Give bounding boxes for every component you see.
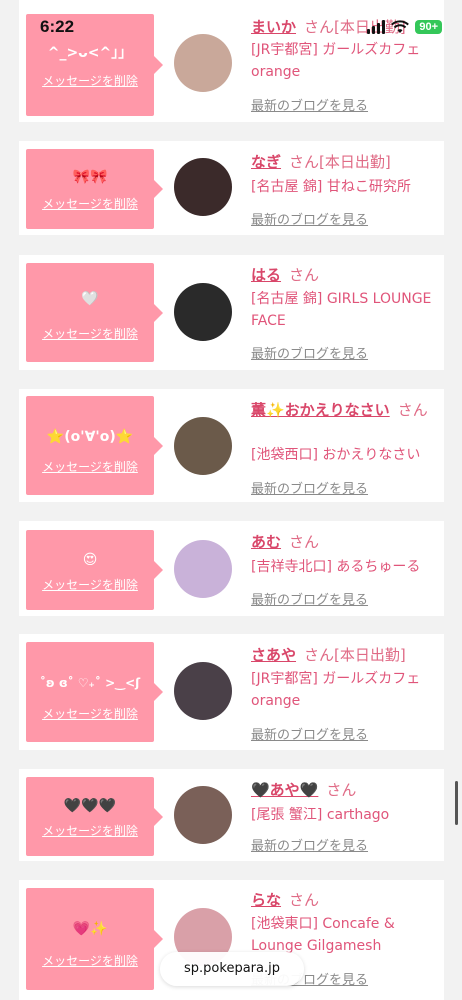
san-label: さん: [289, 891, 320, 909]
message-bubble: ⭐️(o'∀'o)⭐️ メッセージを削除: [26, 396, 163, 495]
favorite-card: 😍 メッセージを削除 あむ さん [吉祥寺北口] あるちゅーる 最新のブログを見る: [19, 521, 444, 616]
avatar[interactable]: [174, 662, 232, 720]
message-bubble: ^_>ᴗ<^」」 メッセージを削除: [26, 14, 163, 116]
scrollbar[interactable]: [455, 781, 458, 825]
message-text: 🤍: [81, 291, 99, 307]
avatar[interactable]: [174, 34, 232, 92]
san-label: さん: [289, 153, 320, 171]
delete-message-link[interactable]: メッセージを削除: [26, 822, 154, 839]
cast-name-line: あむ さん: [251, 531, 319, 552]
favorite-card: ^_>ᴗ<^」」 メッセージを削除 まいか さん[本日出勤] [JR宇都宮] ガー…: [19, 0, 444, 122]
cast-name-line: さあや さん[本日出勤]: [251, 644, 406, 665]
favorite-card: 🖤🖤🖤 メッセージを削除 🖤あや🖤 さん [尾張 蟹江] carthago 最新の…: [19, 769, 444, 861]
favorite-card: ˚ʚ ɞ˚ ♡₊˚ >‿<ʃ メッセージを削除 さあや さん[本日出勤] [JR宇…: [19, 634, 444, 750]
delete-message-link[interactable]: メッセージを削除: [26, 72, 154, 89]
attendance-badge: [本日出勤]: [334, 646, 406, 664]
message-text: ˚ʚ ɞ˚ ♡₊˚ >‿<ʃ: [39, 676, 141, 690]
latest-blog-link[interactable]: 最新のブログを見る: [251, 209, 368, 228]
message-bubble: 🤍 メッセージを削除: [26, 263, 163, 362]
cast-name-line: 薫✨おかえりなさい さん: [251, 399, 428, 420]
delete-message-link[interactable]: メッセージを削除: [26, 458, 154, 475]
latest-blog-link[interactable]: 最新のブログを見る: [251, 724, 368, 743]
shop-name: [池袋西口] おかえりなさい: [251, 447, 421, 463]
cast-name-line: 🖤あや🖤 さん: [251, 779, 356, 800]
shop-name: [池袋東口] Concafe & Lounge Gilgamesh: [251, 916, 395, 954]
latest-blog-link[interactable]: 最新のブログを見る: [251, 95, 368, 114]
message-text: 💗✨: [72, 921, 108, 937]
message-bubble: ˚ʚ ɞ˚ ♡₊˚ >‿<ʃ メッセージを削除: [26, 642, 163, 742]
delete-message-link[interactable]: メッセージを削除: [26, 705, 154, 722]
san-label: さん: [304, 646, 335, 664]
san-label: さん: [326, 781, 357, 799]
message-text: ^_>ᴗ<^」」: [47, 45, 133, 61]
shop-name: [尾張 蟹江] carthago: [251, 807, 390, 823]
latest-blog-link[interactable]: 最新のブログを見る: [251, 835, 368, 854]
cast-name-link[interactable]: なぎ: [251, 153, 281, 171]
cast-name-link[interactable]: はる: [251, 266, 281, 284]
message-text: 🎀🎀: [72, 169, 108, 185]
shop-name: [名古屋 錦] 甘ねこ研究所: [251, 179, 411, 195]
message-text: ⭐️(o'∀'o)⭐️: [46, 429, 134, 445]
san-label: さん: [289, 533, 320, 551]
favorite-card: 🤍 メッセージを削除 はる さん [名古屋 錦] GIRLS LOUNGE FAC…: [19, 255, 444, 370]
avatar[interactable]: [174, 540, 232, 598]
shop-name: [JR宇都宮] ガールズカフェ orange: [251, 671, 421, 709]
address-bar[interactable]: sp.pokepara.jp: [160, 952, 304, 986]
cast-name-line: らな さん: [251, 889, 319, 910]
cast-name-line: はる さん: [251, 264, 319, 285]
message-text: 🖤🖤🖤: [63, 798, 117, 814]
cast-name-line: なぎ さん[本日出勤]: [251, 151, 391, 172]
cast-name-link[interactable]: らな: [251, 891, 281, 909]
delete-message-link[interactable]: メッセージを削除: [26, 576, 154, 593]
cast-name-link[interactable]: 🖤あや🖤: [251, 781, 318, 799]
favorite-card: ⭐️(o'∀'o)⭐️ メッセージを削除 薫✨おかえりなさい さん [池袋西口] …: [19, 389, 444, 502]
shop-name: [名古屋 錦] GIRLS LOUNGE FACE: [251, 291, 432, 329]
latest-blog-link[interactable]: 最新のブログを見る: [251, 478, 368, 497]
message-bubble: 😍 メッセージを削除: [26, 530, 163, 610]
message-bubble: 🖤🖤🖤 メッセージを削除: [26, 777, 163, 856]
san-label: さん: [397, 401, 428, 419]
attendance-badge: [本日出勤]: [319, 153, 391, 171]
attendance-badge: [本日出勤]: [334, 18, 406, 36]
shop-name: [吉祥寺北口] あるちゅーる: [251, 559, 421, 575]
san-label: さん: [304, 18, 335, 36]
delete-message-link[interactable]: メッセージを削除: [26, 325, 154, 342]
latest-blog-link[interactable]: 最新のブログを見る: [251, 589, 368, 608]
cast-name-link[interactable]: まいか: [251, 18, 296, 36]
cast-name-link[interactable]: 薫✨おかえりなさい: [251, 401, 390, 419]
message-bubble: 💗✨ メッセージを削除: [26, 888, 163, 990]
cast-name-link[interactable]: さあや: [251, 646, 296, 664]
favorite-card: 🎀🎀 メッセージを削除 なぎ さん[本日出勤] [名古屋 錦] 甘ねこ研究所 最新…: [19, 141, 444, 235]
delete-message-link[interactable]: メッセージを削除: [26, 195, 154, 212]
avatar[interactable]: [174, 417, 232, 475]
delete-message-link[interactable]: メッセージを削除: [26, 952, 154, 969]
message-text: 😍: [82, 552, 98, 568]
latest-blog-link[interactable]: 最新のブログを見る: [251, 343, 368, 362]
shop-name: [JR宇都宮] ガールズカフェ orange: [251, 42, 421, 80]
avatar[interactable]: [174, 786, 232, 844]
message-bubble: 🎀🎀 メッセージを削除: [26, 149, 163, 229]
avatar[interactable]: [174, 158, 232, 216]
avatar[interactable]: [174, 283, 232, 341]
san-label: さん: [289, 266, 320, 284]
cast-name-line: まいか さん[本日出勤]: [251, 16, 406, 37]
cast-name-link[interactable]: あむ: [251, 533, 281, 551]
